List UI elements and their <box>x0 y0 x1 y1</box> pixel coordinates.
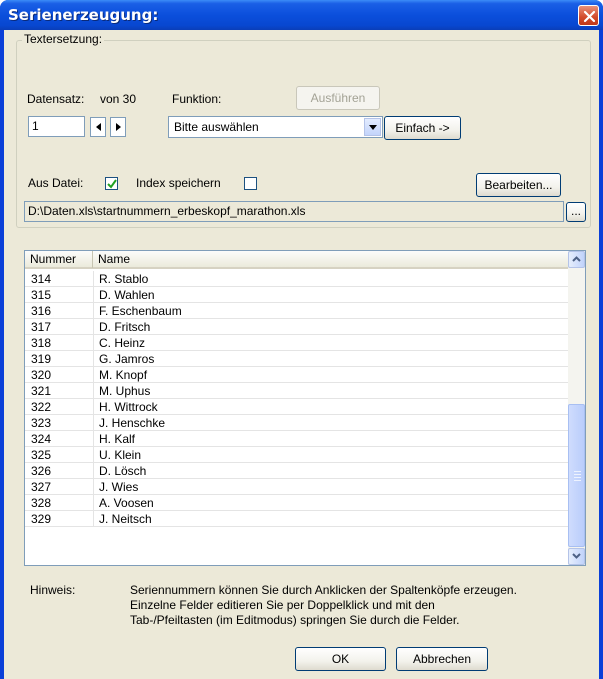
aus-datei-label: Aus Datei: <box>28 176 84 190</box>
cell-name: M. Uphus <box>99 384 151 398</box>
record-number-input[interactable]: 1 <box>28 116 85 137</box>
ausfuehren-button[interactable]: Ausführen <box>296 86 380 110</box>
hint-label: Hinweis: <box>30 583 76 597</box>
dialog-window: Serienerzeugung: Textersetzung: Datensat… <box>0 0 603 679</box>
funktion-dropdown-button[interactable] <box>364 118 381 136</box>
cell-nummer: 327 <box>31 480 52 494</box>
cell-nummer: 326 <box>31 464 52 478</box>
cell-nummer: 318 <box>31 336 52 350</box>
cell-name: D. Wahlen <box>99 288 155 302</box>
funktion-select[interactable]: Bitte auswählen <box>168 116 383 138</box>
funktion-selected-value: Bitte auswählen <box>174 120 259 134</box>
table-row[interactable]: 329 J. Neitsch <box>25 511 569 527</box>
cell-name: J. Neitsch <box>99 512 152 526</box>
cell-name: H. Wittrock <box>99 400 158 414</box>
chevron-up-icon <box>572 256 581 262</box>
table-row[interactable]: 320 M. Knopf <box>25 367 569 383</box>
table-row[interactable]: 328 A. Voosen <box>25 495 569 511</box>
table-body: 314 R. Stablo 315 D. Wahlen 316 F. Eschenba… <box>25 271 569 527</box>
cell-name: G. Jamros <box>99 352 155 366</box>
arrow-right-icon <box>116 123 121 131</box>
cell-name: M. Knopf <box>99 368 148 382</box>
cell-nummer: 329 <box>31 512 52 526</box>
checkmark-icon <box>107 179 117 189</box>
ok-button[interactable]: OK <box>295 647 386 671</box>
cell-name: D. Lösch <box>99 464 147 478</box>
group-legend: Textersetzung: <box>22 32 105 46</box>
close-icon <box>583 10 596 23</box>
hint-line: Tab-/Pfeiltasten (im Editmodus) springen… <box>130 613 460 627</box>
entries-table[interactable]: Nummer Name 314 R. Stablo 315 D. Wahlen 31… <box>24 250 586 566</box>
scroll-up-button[interactable] <box>568 251 585 268</box>
cell-nummer: 321 <box>31 384 52 398</box>
cell-nummer: 316 <box>31 304 52 318</box>
cell-name: J. Henschke <box>99 416 166 430</box>
file-path-field[interactable]: D:\Daten.xls\startnummern_erbeskopf_mara… <box>24 201 564 222</box>
cell-nummer: 325 <box>31 448 52 462</box>
window-title: Serienerzeugung: <box>8 6 159 24</box>
cell-nummer: 323 <box>31 416 52 430</box>
cell-nummer: 314 <box>31 272 52 286</box>
datensatz-label: Datensatz: <box>27 92 85 106</box>
table-row[interactable]: 314 R. Stablo <box>25 271 569 287</box>
table-row[interactable]: 317 D. Fritsch <box>25 319 569 335</box>
cell-nummer: 315 <box>31 288 52 302</box>
vertical-scrollbar[interactable] <box>568 251 585 565</box>
aus-datei-checkbox[interactable] <box>105 177 118 190</box>
index-speichern-checkbox[interactable] <box>244 177 257 190</box>
cancel-button[interactable]: Abbrechen <box>396 647 488 671</box>
table-row[interactable]: 327 J. Wies <box>25 479 569 495</box>
table-row[interactable]: 324 H. Kalf <box>25 431 569 447</box>
cell-name: U. Klein <box>99 448 142 462</box>
cell-name: A. Voosen <box>99 496 154 510</box>
scroll-thumb[interactable] <box>568 404 585 547</box>
record-count-label: von 30 <box>100 92 137 106</box>
table-row[interactable]: 326 D. Lösch <box>25 463 569 479</box>
hint-line: Einzelne Felder editieren Sie per Doppel… <box>130 598 435 612</box>
cell-name: H. Kalf <box>99 432 136 446</box>
table-row[interactable]: 321 M. Uphus <box>25 383 569 399</box>
cell-nummer: 324 <box>31 432 52 446</box>
title-bar[interactable]: Serienerzeugung: <box>0 0 603 30</box>
funktion-label: Funktion: <box>172 92 222 106</box>
einfach-button[interactable]: Einfach -> <box>384 116 461 140</box>
chevron-down-icon <box>369 125 377 130</box>
bearbeiten-button[interactable]: Bearbeiten... <box>476 173 561 197</box>
previous-record-button[interactable] <box>90 117 106 137</box>
cell-name: D. Fritsch <box>99 320 151 334</box>
table-row[interactable]: 315 D. Wahlen <box>25 287 569 303</box>
table-row[interactable]: 323 J. Henschke <box>25 415 569 431</box>
close-button[interactable] <box>578 5 599 26</box>
cell-nummer: 317 <box>31 320 52 334</box>
hint-text: Seriennummern können Sie durch Anklicken… <box>130 583 580 628</box>
next-record-button[interactable] <box>110 117 126 137</box>
cell-name: R. Stablo <box>99 272 149 286</box>
table-row[interactable]: 319 G. Jamros <box>25 351 569 367</box>
cell-nummer: 328 <box>31 496 52 510</box>
arrow-left-icon <box>96 123 101 131</box>
column-header-nummer[interactable]: Nummer <box>25 251 93 268</box>
browse-button[interactable]: ... <box>566 202 586 222</box>
table-row[interactable]: 318 C. Heinz <box>25 335 569 351</box>
scroll-down-button[interactable] <box>568 548 585 565</box>
chevron-down-icon <box>572 553 581 559</box>
column-header-name[interactable]: Name <box>93 251 569 268</box>
cell-nummer: 319 <box>31 352 52 366</box>
cell-name: F. Eschenbaum <box>99 304 182 318</box>
cell-name: J. Wies <box>99 480 139 494</box>
table-header: Nummer Name <box>25 251 569 269</box>
index-speichern-label: Index speichern <box>136 176 221 190</box>
table-row[interactable]: 322 H. Wittrock <box>25 399 569 415</box>
table-row[interactable]: 316 F. Eschenbaum <box>25 303 569 319</box>
cell-nummer: 320 <box>31 368 52 382</box>
table-row[interactable]: 325 U. Klein <box>25 447 569 463</box>
cell-nummer: 322 <box>31 400 52 414</box>
cell-name: C. Heinz <box>99 336 146 350</box>
hint-line: Seriennummern können Sie durch Anklicken… <box>130 583 517 597</box>
